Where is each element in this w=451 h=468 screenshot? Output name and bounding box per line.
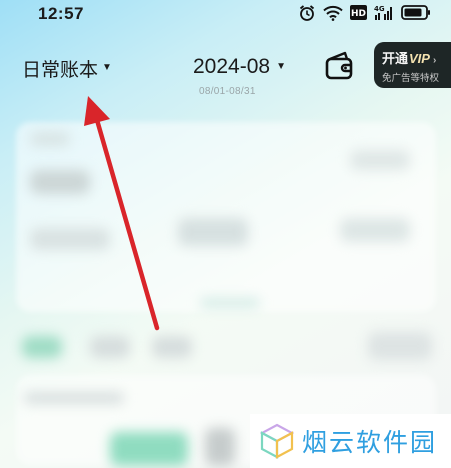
book-switcher[interactable]: 日常账本 ▼ [22,55,112,81]
vip-title-prefix: 开通 [382,51,409,66]
caret-down-icon: ▼ [276,60,286,72]
vip-button[interactable]: 开通VIP › 免广告等特权 [374,42,451,88]
month-range: 08/01-08/31 [199,86,256,97]
blurred-block [30,170,90,194]
blurred-tab-active [22,336,62,358]
blurred-block [350,150,410,170]
signal-4g-icon: 4G [374,4,394,26]
wifi-icon [323,5,343,26]
blurred-block [340,218,410,242]
status-bar: 12:57 HD 4G [0,0,451,32]
blurred-block [30,132,70,146]
status-time: 12:57 [38,4,84,23]
book-name: 日常账本 [22,59,99,81]
vip-subtitle: 免广告等特权 [382,73,440,84]
blurred-block [368,332,432,360]
cube-logo-icon [260,423,294,459]
blurred-tab [90,336,130,358]
month-label: 2024-08 [193,55,271,78]
watermark: 烟云软件园 [250,414,451,468]
network-label: 4G [374,5,385,13]
blurred-block [205,428,235,466]
blurred-block [30,228,110,250]
blurred-block [178,218,248,246]
caret-down-icon: ▼ [102,61,112,73]
vip-title: 开通VIP › [382,48,451,67]
tabs-row [16,328,436,368]
battery-icon [401,5,431,25]
watermark-text: 烟云软件园 [302,428,438,457]
status-icons: HD 4G [298,4,431,27]
blurred-accent-button [110,432,188,466]
blurred-block [200,298,260,308]
wallet-icon [325,51,353,80]
blurred-block [24,392,124,404]
vip-title-vip: VIP [409,51,430,66]
chevron-right-icon: › [432,55,437,66]
blurred-tab [152,336,192,358]
hd-label: HD [351,9,366,19]
wallet-button[interactable] [323,50,357,82]
alarm-icon [298,4,316,27]
month-picker[interactable]: 2024-08 ▼ [193,53,286,81]
hd-icon: HD [350,5,367,25]
